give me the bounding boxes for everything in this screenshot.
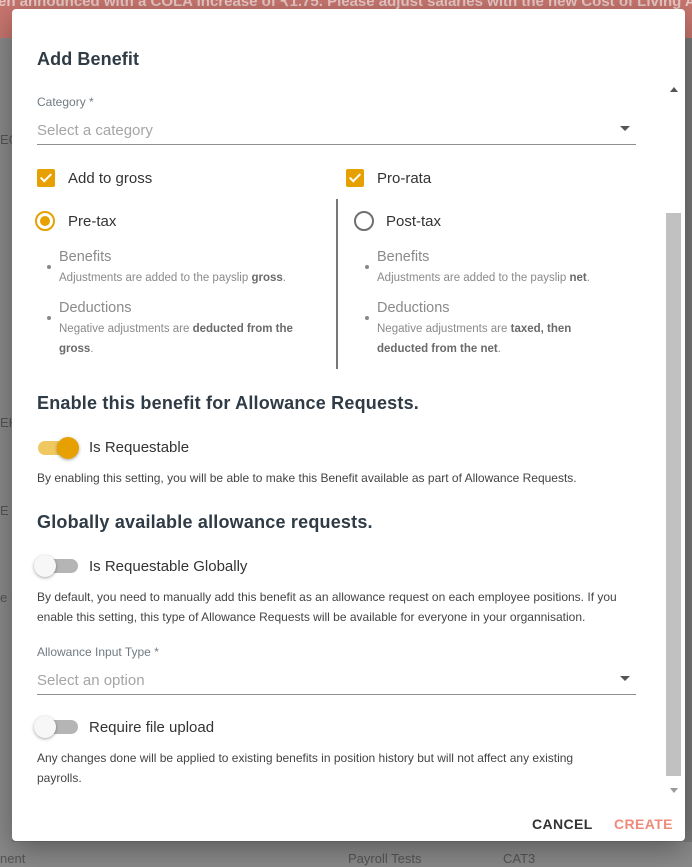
pre-tax-label: Pre-tax: [68, 213, 117, 230]
allowance-input-type-label: Allowance Input Type *: [37, 645, 159, 659]
toggle-knob: [34, 555, 56, 577]
category-placeholder: Select a category: [37, 122, 153, 139]
dialog-title: Add Benefit: [37, 49, 140, 69]
allowance-input-type-placeholder: Select an option: [37, 672, 145, 689]
toggle-knob: [34, 716, 56, 738]
global-help-text: By default, you need to manually add thi…: [37, 590, 617, 624]
bullet-icon: [365, 316, 369, 320]
add-to-gross-label: Add to gross: [68, 170, 153, 187]
cancel-button[interactable]: CANCEL: [532, 816, 593, 832]
toggle-knob: [57, 437, 79, 459]
pre-tax-deductions-desc: Negative adjustments are deducted from t…: [59, 323, 293, 355]
pro-rata-checkbox[interactable]: [346, 169, 364, 187]
requests-section-title: Enable this benefit for Allowance Reques…: [37, 393, 420, 413]
pre-tax-benefits-title: Benefits: [59, 249, 112, 265]
is-requestable-globally-label: Is Requestable Globally: [89, 558, 248, 575]
background-fragment: E: [0, 503, 9, 518]
scroll-down-arrow-icon[interactable]: [670, 788, 678, 793]
chevron-down-icon: [620, 126, 630, 131]
post-tax-benefits-title: Benefits: [377, 249, 430, 265]
scroll-up-arrow-icon[interactable]: [670, 87, 678, 92]
scroll-thumb[interactable]: [666, 213, 681, 776]
background-cell: CAT3: [503, 851, 536, 866]
footer-help-text: Any changes done will be applied to exis…: [37, 751, 574, 785]
create-button[interactable]: CREATE: [614, 816, 673, 832]
background-page-left: [0, 38, 12, 867]
add-to-gross-checkbox[interactable]: [37, 169, 55, 187]
pre-tax-deductions-title: Deductions: [59, 300, 132, 316]
post-tax-deductions-title: Deductions: [377, 300, 450, 316]
add-benefit-dialog: Add Benefit Category * Select a category…: [12, 9, 685, 841]
post-tax-radio[interactable]: [354, 211, 374, 231]
pre-tax-radio[interactable]: [35, 211, 55, 231]
column-divider: [336, 199, 338, 369]
category-select[interactable]: Select a category: [37, 119, 636, 145]
requestable-help-text: By enabling this setting, you will be ab…: [37, 471, 577, 485]
post-tax-label: Post-tax: [386, 213, 442, 230]
pre-tax-benefits-desc: Adjustments are added to the payslip gro…: [59, 272, 286, 284]
require-file-upload-label: Require file upload: [89, 719, 215, 736]
bullet-icon: [47, 265, 51, 269]
is-requestable-label: Is Requestable: [89, 439, 190, 456]
pro-rata-label: Pro-rata: [377, 170, 432, 187]
post-tax-deductions-desc: Negative adjustments are taxed, then dedu…: [377, 323, 572, 355]
global-section-title: Globally available allowance requests.: [37, 512, 373, 532]
dialog-scrollbar[interactable]: [666, 81, 681, 797]
post-tax-benefits-desc: Adjustments are added to the payslip net…: [377, 272, 590, 284]
category-label: Category *: [37, 95, 94, 109]
chevron-down-icon: [620, 676, 630, 681]
background-table-row: nent Payroll Tests CAT3: [0, 842, 692, 867]
bullet-icon: [47, 316, 51, 320]
background-cell: Payroll Tests: [348, 851, 422, 866]
bullet-icon: [365, 265, 369, 269]
background-cell: nent: [0, 851, 26, 866]
allowance-input-type-select[interactable]: Select an option: [37, 669, 636, 695]
